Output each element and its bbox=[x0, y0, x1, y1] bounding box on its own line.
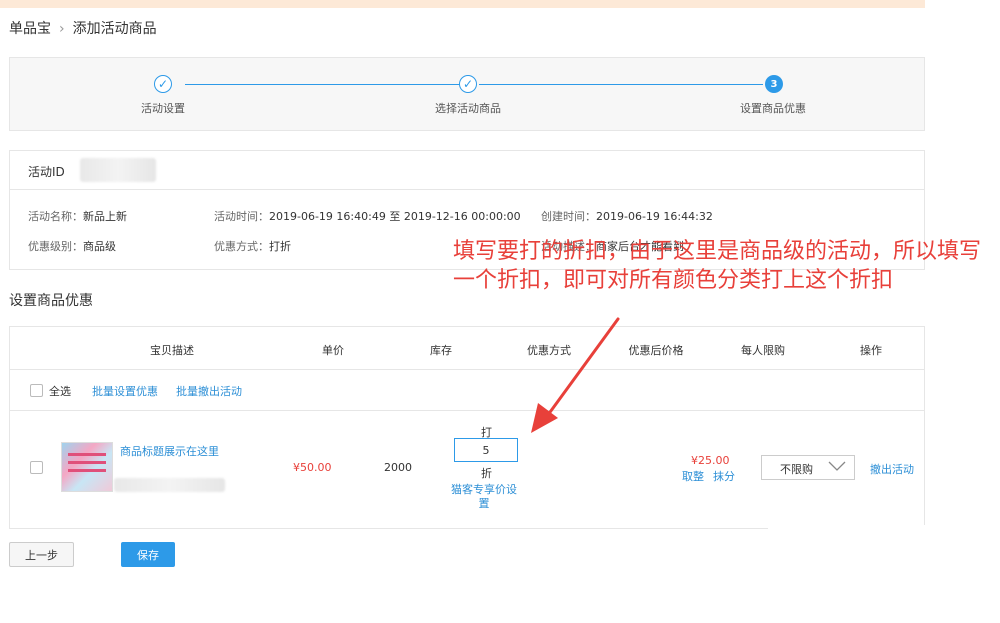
remove-from-activity-link[interactable]: 撤出活动 bbox=[870, 461, 914, 477]
round-cents-link[interactable]: 抹分 bbox=[713, 468, 735, 484]
discount-level: 优惠级别：商品级 bbox=[28, 238, 116, 254]
breadcrumb-separator: › bbox=[59, 21, 65, 37]
activity-time: 活动时间：2019-06-19 16:40:49 至 2019-12-16 00… bbox=[214, 208, 521, 224]
row-divider bbox=[10, 369, 924, 370]
step-check-icon: ✓ bbox=[459, 75, 477, 93]
round-whole-link[interactable]: 取整 bbox=[682, 468, 704, 484]
created-time: 创建时间：2019-06-19 16:44:32 bbox=[541, 208, 713, 224]
step-number-badge: 3 bbox=[765, 75, 783, 93]
step-label: 选择活动商品 bbox=[435, 102, 501, 115]
col-header-stock: 库存 bbox=[430, 344, 452, 357]
breadcrumb-root[interactable]: 单品宝 bbox=[9, 21, 51, 37]
created-time-value: 2019-06-19 16:44:32 bbox=[596, 210, 713, 223]
thumbnail-decor bbox=[68, 461, 106, 464]
section-title: 设置商品优惠 bbox=[9, 293, 93, 309]
col-header-description: 宝贝描述 bbox=[150, 344, 194, 357]
col-header-actions: 操作 bbox=[860, 344, 882, 357]
activity-name: 活动名称：新品上新 bbox=[28, 208, 127, 224]
activity-time-value: 2019-06-19 16:40:49 至 2019-12-16 00:00:0… bbox=[269, 210, 521, 223]
redacted-activity-id bbox=[80, 158, 156, 182]
purchase-limit-value: 不限购 bbox=[780, 463, 813, 476]
chevron-down-icon bbox=[828, 461, 846, 471]
step-progress: ✓ ✓ 3 活动设置 选择活动商品 设置商品优惠 bbox=[9, 57, 925, 131]
step-label: 活动设置 bbox=[141, 102, 185, 115]
purchase-limit-select[interactable]: 不限购 bbox=[761, 455, 855, 480]
row-divider bbox=[10, 410, 924, 411]
col-header-final-price: 优惠后价格 bbox=[628, 344, 684, 357]
discount-level-value: 商品级 bbox=[83, 240, 116, 253]
step-check-icon: ✓ bbox=[154, 75, 172, 93]
annotation-arrow-icon bbox=[531, 317, 620, 433]
activity-id-header: 活动ID bbox=[10, 151, 924, 190]
step-label: 设置商品优惠 bbox=[740, 102, 806, 115]
discount-method-value: 打折 bbox=[269, 240, 291, 253]
activity-id-label: 活动ID bbox=[28, 165, 65, 179]
select-all-checkbox[interactable] bbox=[30, 384, 43, 397]
crop-mask bbox=[768, 525, 928, 535]
step-connector bbox=[185, 84, 461, 85]
save-button[interactable]: 保存 bbox=[121, 542, 175, 567]
col-header-unit-price: 单价 bbox=[322, 344, 344, 357]
vip-price-setting-link[interactable]: 猫客专享价设置 bbox=[448, 483, 520, 511]
select-all-label: 全选 bbox=[49, 385, 71, 398]
col-header-purchase-limit: 每人限购 bbox=[741, 344, 785, 357]
discount-level-label: 优惠级别： bbox=[28, 240, 83, 253]
row-checkbox[interactable] bbox=[30, 461, 43, 474]
previous-step-button[interactable]: 上一步 bbox=[9, 542, 74, 567]
discount-input[interactable]: 5 bbox=[454, 438, 518, 462]
activity-name-label: 活动名称： bbox=[28, 210, 83, 223]
breadcrumb: 单品宝 › 添加活动商品 bbox=[9, 18, 157, 38]
batch-cancel-link[interactable]: 批量撤出活动 bbox=[176, 383, 242, 399]
final-price: ¥25.00 bbox=[691, 454, 730, 467]
step-connector bbox=[479, 84, 763, 85]
product-title-link[interactable]: 商品标题展示在这里 bbox=[120, 443, 219, 459]
activity-name-value: 新品上新 bbox=[83, 210, 127, 223]
product-thumbnail bbox=[61, 442, 113, 492]
unit-price: ¥50.00 bbox=[293, 461, 332, 474]
redacted-product-id bbox=[114, 478, 225, 492]
thumbnail-decor bbox=[68, 469, 106, 472]
discount-suffix: 折 bbox=[481, 467, 492, 480]
stock-count: 2000 bbox=[384, 461, 412, 474]
discount-method: 优惠方式：打折 bbox=[214, 238, 291, 254]
activity-time-label: 活动时间： bbox=[214, 210, 269, 223]
product-discount-table: 宝贝描述 单价 库存 优惠方式 优惠后价格 每人限购 操作 全选 批量设置优惠 … bbox=[9, 326, 925, 529]
top-notice-banner bbox=[0, 0, 925, 8]
batch-set-discount-link[interactable]: 批量设置优惠 bbox=[92, 383, 158, 399]
thumbnail-decor bbox=[68, 453, 106, 456]
created-time-label: 创建时间： bbox=[541, 210, 596, 223]
annotation-text: 填写要打的折扣，由于这里是商品级的活动，所以填写一个折扣，即可对所有颜色分类打上… bbox=[453, 239, 982, 293]
discount-method-label: 优惠方式： bbox=[214, 240, 269, 253]
breadcrumb-current: 添加活动商品 bbox=[72, 21, 157, 37]
